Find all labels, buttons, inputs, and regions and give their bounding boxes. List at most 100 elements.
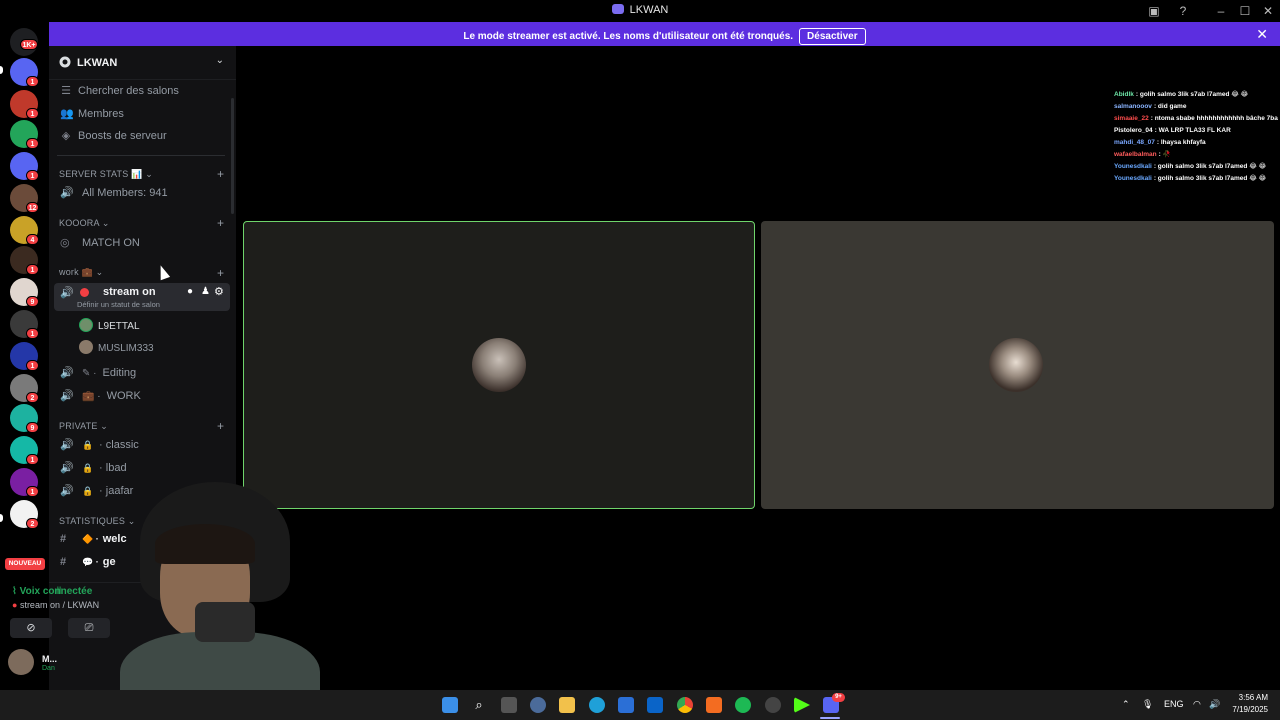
chrome-icon[interactable]: [677, 697, 693, 713]
server-badge: 1: [26, 264, 39, 275]
streamer-mode-banner: Le mode streamer est activé. Les noms d'…: [49, 22, 1280, 46]
members-item[interactable]: 👥 Membres: [60, 107, 124, 125]
speaker-icon: 🔊: [60, 462, 74, 474]
server-boosts-label: Boosts de serveur: [78, 130, 167, 142]
avatar[interactable]: [8, 649, 34, 675]
browse-channels-item[interactable]: ☰ Chercher des salons: [60, 84, 179, 102]
chat-icon[interactable]: ●: [187, 286, 193, 297]
category-server-stats-label: SERVER STATS 📊: [59, 169, 143, 179]
file-explorer-icon[interactable]: [559, 697, 575, 713]
server-badge: 9: [26, 296, 39, 307]
voice-user[interactable]: MUSLIM333: [79, 340, 154, 354]
camera-off-button[interactable]: ⊘: [10, 618, 52, 638]
browse-icon: ☰: [61, 85, 71, 97]
channel-classic[interactable]: 🔊 🔒 · classic: [60, 438, 139, 451]
add-channel-icon[interactable]: +: [217, 167, 224, 181]
chat-message: wafaelbalman: 🥀: [1114, 149, 1280, 161]
wifi-icon[interactable]: ◠: [1193, 699, 1201, 710]
close-window-button[interactable]: ✕: [1260, 3, 1276, 19]
stream-chat-overlay: Abidlk: golih salmo 3lik s7ab l7amed 😂 😂…: [1114, 89, 1280, 185]
invite-icon[interactable]: ♟: [201, 286, 210, 297]
minimize-button[interactable]: –: [1213, 3, 1229, 19]
briefcase-icon: 💼 ·: [82, 391, 101, 402]
tray-chevron-icon[interactable]: ⌃: [1122, 699, 1130, 710]
maximize-button[interactable]: ☐: [1237, 3, 1253, 19]
task-view-icon[interactable]: [501, 697, 517, 713]
streamer-hair: [155, 524, 255, 564]
app-icon[interactable]: [706, 697, 722, 713]
clock-date[interactable]: 7/19/2025: [1226, 705, 1268, 714]
chat-message: salmanooov: did game: [1114, 101, 1280, 113]
add-channel-icon[interactable]: +: [217, 266, 224, 280]
speaker-icon: 🔊: [60, 187, 74, 199]
voice-connected-label: Voix connectée: [19, 586, 93, 597]
volume-icon[interactable]: 🔊: [1209, 699, 1220, 710]
avatar: [989, 338, 1043, 392]
server-badge: 9: [26, 422, 39, 433]
voice-user-name: MUSLIM333: [98, 343, 154, 354]
voice-stage: Abidlk: golih salmo 3lik s7ab l7amed 😂 😂…: [236, 46, 1280, 690]
obs-icon[interactable]: [765, 697, 781, 713]
channel-lbad[interactable]: 🔊 🔒 · lbad: [60, 461, 127, 474]
channel-all-members[interactable]: 🔊 All Members: 941: [60, 186, 168, 199]
outlook-icon[interactable]: [647, 697, 663, 713]
avatar: [79, 340, 93, 354]
edge-icon[interactable]: [589, 697, 605, 713]
microphone-icon[interactable]: 🎙: [1142, 699, 1153, 710]
server-badge: 1: [26, 108, 39, 119]
channel-stream-on[interactable]: 🔊 stream on Définir un statut de salon ●…: [54, 283, 230, 311]
kick-icon[interactable]: [794, 697, 810, 713]
webcam-overlay: [100, 482, 330, 720]
chat-username: mahdi_48_07: [1114, 139, 1155, 146]
gear-icon[interactable]: ⚙: [214, 285, 224, 298]
server-boosts-item[interactable]: ◈ Boosts de serveur: [60, 129, 167, 147]
add-channel-icon[interactable]: +: [217, 419, 224, 433]
voice-connected-status: ⌇ Voix connectée: [12, 586, 92, 597]
video-tile-speaking[interactable]: [243, 221, 755, 509]
add-channel-icon[interactable]: +: [217, 216, 224, 230]
spotify-icon[interactable]: [735, 697, 751, 713]
channel-status-hint[interactable]: Définir un statut de salon: [77, 300, 160, 309]
inbox-icon[interactable]: ▣: [1146, 3, 1162, 19]
voice-channel-label: stream on / LKWAN: [19, 600, 100, 610]
channel-editing[interactable]: 🔊 ✎ · Editing: [60, 366, 136, 379]
divider: [57, 155, 225, 156]
server-header[interactable]: LKWAN ⌄: [49, 46, 236, 80]
search-icon[interactable]: ⌕: [471, 697, 487, 713]
chat-text: golih salmo 3lik s7ab l7amed 😂 😂: [1157, 175, 1267, 182]
language-indicator[interactable]: ENG: [1164, 699, 1184, 709]
chat-username: simaaie_22: [1114, 115, 1149, 122]
speaker-icon: 🔊: [60, 485, 74, 497]
chat-username: Younesdkali: [1114, 175, 1152, 182]
close-banner-icon[interactable]: ✕: [1256, 26, 1268, 43]
settings-icon[interactable]: [530, 697, 546, 713]
chevron-down-icon: ⌄: [215, 55, 224, 66]
red-circle-icon: [80, 288, 89, 297]
app-logo-icon: [611, 4, 624, 14]
pencil-icon: ✎ ·: [82, 368, 97, 379]
signal-icon: ⌇: [12, 586, 20, 597]
category-server-stats[interactable]: SERVER STATS 📊 ⌄: [59, 169, 153, 180]
server-badge: 1: [26, 454, 39, 465]
channel-work[interactable]: 🔊 💼 · WORK: [60, 389, 141, 402]
category-work[interactable]: work 💼 ⌄: [59, 267, 103, 278]
speaker-icon: 🔊: [60, 367, 74, 379]
sidebar-scrollbar[interactable]: [231, 98, 234, 214]
server-badge: 1: [26, 138, 39, 149]
voice-user[interactable]: L9ETTAL: [79, 318, 140, 332]
help-icon[interactable]: ?: [1175, 3, 1191, 19]
hash-icon: #: [60, 533, 67, 545]
store-icon[interactable]: [618, 697, 634, 713]
category-private[interactable]: PRIVATE ⌄: [59, 421, 108, 432]
start-icon[interactable]: [442, 697, 458, 713]
red-circle-icon: ●: [12, 600, 20, 610]
video-tile[interactable]: [761, 221, 1274, 509]
chat-message: Pistolero_04: WA LRP TLA33 FL KAR: [1114, 125, 1280, 137]
voice-channel-path[interactable]: ● stream on / LKWAN: [12, 600, 99, 610]
channel-match-on[interactable]: ◎ MATCH ON: [60, 236, 140, 249]
disable-streamer-button[interactable]: Désactiver: [799, 28, 866, 45]
chat-bubble-icon: 💬 ·: [82, 557, 99, 567]
chat-text: did game: [1157, 103, 1187, 110]
category-kooora[interactable]: KOOORA ⌄: [59, 218, 110, 229]
clock-time[interactable]: 3:56 AM: [1230, 693, 1268, 702]
